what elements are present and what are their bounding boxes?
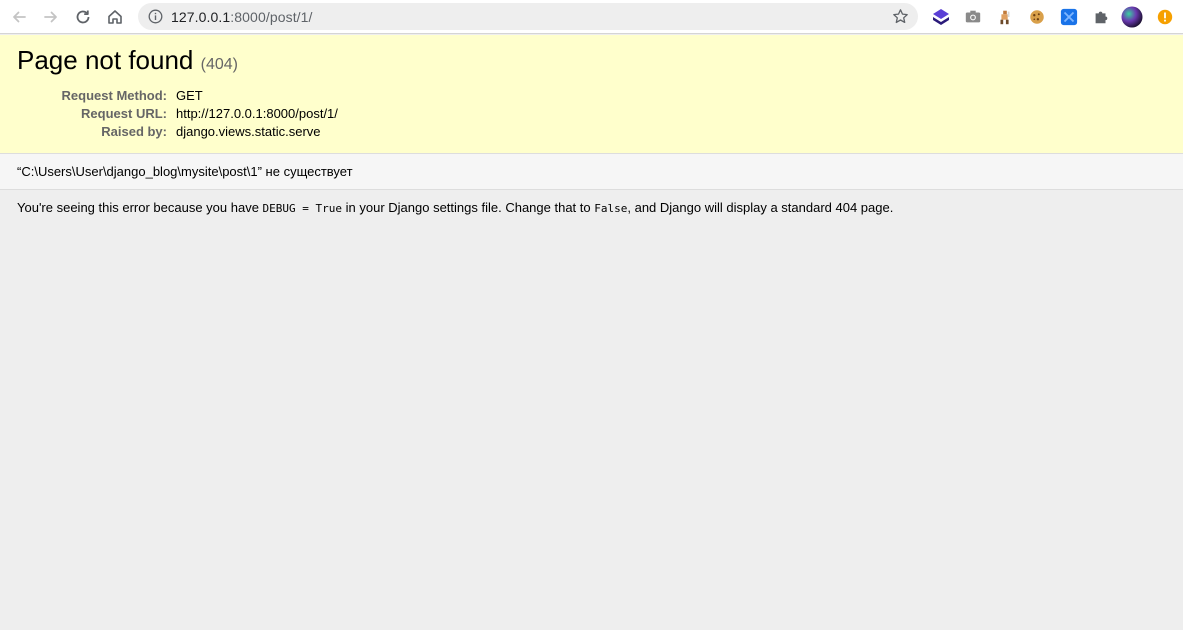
detail-value: GET [176, 88, 203, 103]
debug-setting-code: DEBUG = True [262, 202, 343, 215]
explanation-section: You're seeing this error because you hav… [0, 190, 1183, 630]
error-message-section: “C:\Users\User\django_blog\mysite\post\1… [0, 154, 1183, 190]
back-arrow-icon[interactable] [7, 5, 31, 29]
update-alert-icon[interactable] [1154, 6, 1176, 28]
url-host: 127.0.0.1 [171, 9, 231, 25]
request-details-table: Request Method: GET Request URL: http://… [17, 87, 338, 141]
detail-row-request-method: Request Method: GET [17, 87, 338, 105]
url-path: :8000/post/1/ [230, 9, 313, 25]
page-title: Page not found (404) [17, 45, 238, 76]
explanation-text: You're seeing this error because you hav… [17, 200, 893, 215]
error-summary: Page not found (404) Request Method: GET… [0, 35, 1183, 154]
explanation-part-1: You're seeing this error because you hav… [17, 200, 263, 215]
detail-row-raised-by: Raised by: django.views.static.serve [17, 123, 338, 141]
reload-icon[interactable] [71, 5, 95, 29]
extension-figure-icon[interactable] [994, 6, 1016, 28]
detail-label: Request URL: [81, 106, 167, 121]
puzzle-icon[interactable] [1090, 6, 1112, 28]
error-message: “C:\Users\User\django_blog\mysite\post\1… [17, 164, 353, 179]
explanation-part-2: in your Django settings file. Change tha… [342, 200, 595, 215]
detail-value: http://127.0.0.1:8000/post/1/ [176, 106, 338, 121]
forward-arrow-icon[interactable] [39, 5, 63, 29]
explanation-part-3: , and Django will display a standard 404… [627, 200, 894, 215]
extension-stack-icon[interactable] [930, 6, 952, 28]
camera-icon[interactable] [962, 6, 984, 28]
detail-label: Raised by: [101, 124, 167, 139]
detail-value: django.views.static.serve [176, 124, 321, 139]
home-icon[interactable] [103, 5, 127, 29]
detail-label: Request Method: [61, 88, 167, 103]
star-icon[interactable] [892, 8, 909, 25]
error-title: Page not found [17, 45, 194, 75]
extension-blue-icon[interactable] [1058, 6, 1080, 28]
profile-avatar-icon[interactable] [1121, 6, 1143, 28]
detail-row-request-url: Request URL: http://127.0.0.1:8000/post/… [17, 105, 338, 123]
browser-toolbar: 127.0.0.1:8000/post/1/ [0, 0, 1183, 34]
info-icon[interactable] [148, 9, 163, 24]
cookie-icon[interactable] [1026, 6, 1048, 28]
address-text[interactable]: 127.0.0.1:8000/post/1/ [171, 9, 313, 25]
status-code: (404) [200, 56, 238, 73]
address-bar[interactable]: 127.0.0.1:8000/post/1/ [138, 3, 918, 30]
false-value-code: False [594, 202, 628, 215]
